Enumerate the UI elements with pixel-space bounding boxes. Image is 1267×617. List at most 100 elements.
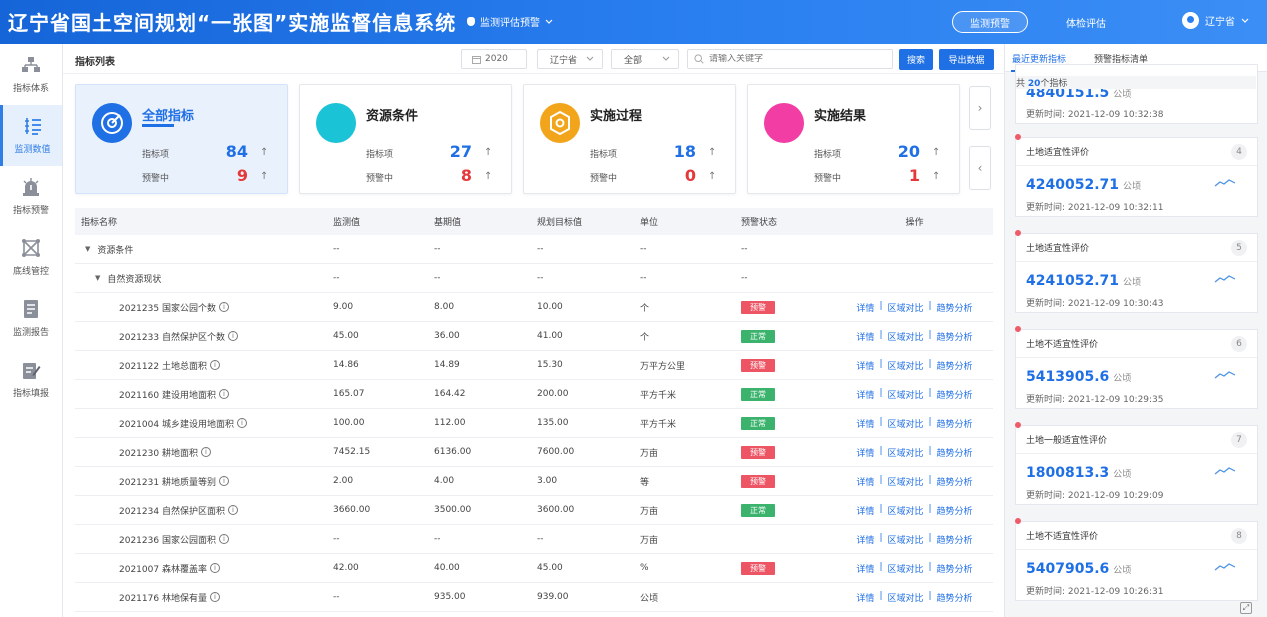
trend-sparkline-icon[interactable] bbox=[1214, 178, 1236, 188]
sort-up-icon[interactable]: ↑ bbox=[932, 171, 940, 182]
trend-sparkline-icon[interactable] bbox=[1214, 370, 1236, 380]
recent-indicator-card[interactable]: 土地不适宜性评价 8 5407905.6 公顷 更新时间: 2021-12-09 10:… bbox=[1015, 521, 1258, 601]
caret-down-icon[interactable]: ▼ bbox=[95, 274, 100, 282]
prev-page-button[interactable]: ‹ bbox=[969, 146, 991, 190]
region-compare-link[interactable]: 区域对比 bbox=[887, 359, 923, 372]
region-compare-link[interactable]: 区域对比 bbox=[887, 562, 923, 575]
detail-link[interactable]: 详情 bbox=[856, 388, 874, 401]
sort-up-icon[interactable]: ↑ bbox=[708, 147, 716, 158]
resize-corner-icon[interactable]: ⤢ bbox=[1240, 602, 1252, 614]
search-button[interactable]: 搜索 bbox=[899, 49, 933, 70]
trend-sparkline-icon[interactable] bbox=[1214, 466, 1236, 476]
table-group-row[interactable]: ▼ 自然资源现状 -- -- -- -- -- bbox=[75, 264, 993, 293]
col-base-header[interactable]: 基期值 bbox=[434, 215, 537, 228]
info-icon[interactable]: i bbox=[218, 534, 229, 544]
trend-analysis-link[interactable]: 趋势分析 bbox=[937, 591, 973, 604]
recent-indicator-card[interactable]: 土地一般适宜性评价 7 1800813.3 公顷 更新时间: 2021-12-09 10… bbox=[1015, 425, 1258, 505]
sidebar-item-monitor-values[interactable]: 监测数值 bbox=[0, 105, 62, 166]
info-icon[interactable]: i bbox=[227, 331, 238, 341]
trend-analysis-link[interactable]: 趋势分析 bbox=[937, 533, 973, 546]
sidebar-item-indicator-system[interactable]: 指标体系 bbox=[0, 44, 62, 105]
trend-analysis-link[interactable]: 趋势分析 bbox=[937, 388, 973, 401]
trend-analysis-link[interactable]: 趋势分析 bbox=[937, 446, 973, 459]
detail-link[interactable]: 详情 bbox=[856, 359, 874, 372]
recent-indicator-card[interactable]: 土地适宜性评价 5 4241052.71 公顷 更新时间: 2021-12-09 10:… bbox=[1015, 233, 1258, 313]
col-status-header[interactable]: 预警状态 bbox=[741, 215, 836, 228]
trend-analysis-link[interactable]: 趋势分析 bbox=[937, 301, 973, 314]
region-compare-link[interactable]: 区域对比 bbox=[887, 533, 923, 546]
user-menu[interactable]: 辽宁省 bbox=[1182, 12, 1249, 29]
col-name-header[interactable]: 指标名称 bbox=[75, 215, 333, 228]
info-icon[interactable]: i bbox=[227, 505, 238, 515]
recent-indicator-card[interactable]: 土地不适宜性评价 6 5413905.6 公顷 更新时间: 2021-12-09 10:… bbox=[1015, 329, 1258, 409]
sort-up-icon[interactable]: ↑ bbox=[260, 171, 268, 182]
recent-indicator-card[interactable]: 4840151.5 公顷 更新时间: 2021-12-09 10:32:38 bbox=[1015, 64, 1258, 124]
trend-analysis-link[interactable]: 趋势分析 bbox=[937, 504, 973, 517]
card-label-warn: 预警中 bbox=[366, 174, 394, 184]
card-all-indicators[interactable]: 全部指标 指标项 84 ↑ 预警中 9 ↑ bbox=[75, 84, 288, 194]
region-select[interactable]: 辽宁省 bbox=[537, 49, 603, 69]
sort-up-icon[interactable]: ↑ bbox=[708, 171, 716, 182]
info-icon[interactable]: i bbox=[236, 418, 247, 428]
sidebar-item-indicator-fill[interactable]: 指标填报 bbox=[0, 349, 62, 410]
indicator-value: 5413905.6 公顷 bbox=[1026, 369, 1132, 385]
col-target-header[interactable]: 规划目标值 bbox=[537, 215, 640, 228]
sort-up-icon[interactable]: ↑ bbox=[260, 147, 268, 158]
trend-analysis-link[interactable]: 趋势分析 bbox=[937, 417, 973, 430]
trend-analysis-link[interactable]: 趋势分析 bbox=[937, 562, 973, 575]
search-input[interactable] bbox=[709, 54, 889, 64]
card-implementation-results[interactable]: 实施结果 指标项 20 ↑ 预警中 1 ↑ bbox=[747, 84, 960, 194]
col-unit-header[interactable]: 单位 bbox=[640, 215, 741, 228]
trend-analysis-link[interactable]: 趋势分析 bbox=[937, 330, 973, 343]
sidebar-item-baseline-control[interactable]: 底线管控 bbox=[0, 227, 62, 288]
card-implementation-process[interactable]: 实施过程 指标项 18 ↑ 预警中 0 ↑ bbox=[523, 84, 736, 194]
region-compare-link[interactable]: 区域对比 bbox=[887, 591, 923, 604]
sort-up-icon[interactable]: ↑ bbox=[484, 147, 492, 158]
info-icon[interactable]: i bbox=[218, 389, 229, 399]
detail-link[interactable]: 详情 bbox=[856, 330, 874, 343]
info-icon[interactable]: i bbox=[209, 563, 220, 573]
info-icon[interactable]: i bbox=[218, 302, 229, 312]
next-page-button[interactable]: › bbox=[969, 86, 991, 130]
info-icon[interactable]: i bbox=[200, 447, 211, 457]
recent-indicator-card[interactable]: 土地适宜性评价 4 4240052.71 公顷 更新时间: 2021-12-09 10:… bbox=[1015, 137, 1258, 217]
health-check-button[interactable]: 体检评估 bbox=[1066, 15, 1106, 30]
card-resource-conditions[interactable]: 资源条件 指标项 27 ↑ 预警中 8 ↑ bbox=[299, 84, 512, 194]
detail-link[interactable]: 详情 bbox=[856, 533, 874, 546]
region-compare-link[interactable]: 区域对比 bbox=[887, 388, 923, 401]
year-picker[interactable]: 2020 bbox=[461, 49, 527, 69]
detail-link[interactable]: 详情 bbox=[856, 301, 874, 314]
info-icon[interactable]: i bbox=[218, 476, 229, 486]
nav-menu-monitor[interactable]: 监测评估预警 bbox=[467, 14, 553, 29]
table-group-row[interactable]: ▼ 资源条件 -- -- -- -- -- bbox=[75, 235, 993, 264]
detail-link[interactable]: 详情 bbox=[856, 446, 874, 459]
sort-up-icon[interactable]: ↑ bbox=[932, 147, 940, 158]
sort-up-icon[interactable]: ↑ bbox=[484, 171, 492, 182]
detail-link[interactable]: 详情 bbox=[856, 504, 874, 517]
trend-sparkline-icon[interactable] bbox=[1214, 274, 1236, 284]
detail-link[interactable]: 详情 bbox=[856, 562, 874, 575]
region-compare-link[interactable]: 区域对比 bbox=[887, 475, 923, 488]
sidebar-item-indicator-warning[interactable]: 指标预警 bbox=[0, 166, 62, 227]
card-head: 土地适宜性评价 4 bbox=[1016, 138, 1257, 166]
monitor-warning-button[interactable]: 监测预警 bbox=[952, 11, 1028, 33]
info-icon[interactable]: i bbox=[209, 592, 220, 602]
cell-base: 3500.00 bbox=[434, 505, 472, 515]
detail-link[interactable]: 详情 bbox=[856, 475, 874, 488]
caret-down-icon[interactable]: ▼ bbox=[85, 245, 90, 253]
region-compare-link[interactable]: 区域对比 bbox=[887, 417, 923, 430]
trend-analysis-link[interactable]: 趋势分析 bbox=[937, 359, 973, 372]
region-compare-link[interactable]: 区域对比 bbox=[887, 301, 923, 314]
region-compare-link[interactable]: 区域对比 bbox=[887, 446, 923, 459]
detail-link[interactable]: 详情 bbox=[856, 591, 874, 604]
col-value-header[interactable]: 监测值 bbox=[333, 215, 434, 228]
region-compare-link[interactable]: 区域对比 bbox=[887, 504, 923, 517]
scope-select[interactable]: 全部 bbox=[611, 49, 679, 69]
trend-sparkline-icon[interactable] bbox=[1214, 562, 1236, 572]
export-button[interactable]: 导出数据 bbox=[939, 49, 994, 70]
info-icon[interactable]: i bbox=[209, 360, 220, 370]
region-compare-link[interactable]: 区域对比 bbox=[887, 330, 923, 343]
trend-analysis-link[interactable]: 趋势分析 bbox=[937, 475, 973, 488]
sidebar-item-monitor-report[interactable]: 监测报告 bbox=[0, 288, 62, 349]
detail-link[interactable]: 详情 bbox=[856, 417, 874, 430]
